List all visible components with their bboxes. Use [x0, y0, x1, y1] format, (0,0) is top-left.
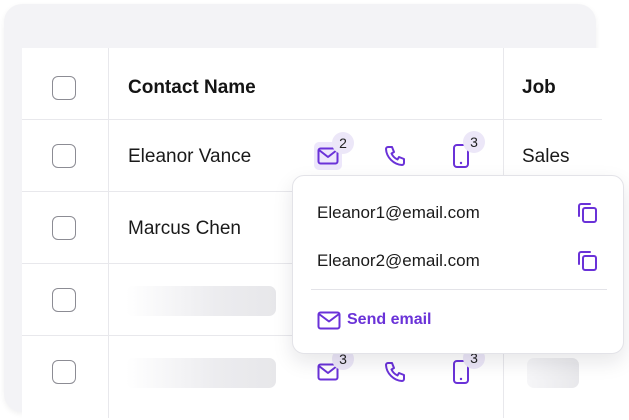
loading-placeholder	[527, 358, 579, 388]
call-button[interactable]	[381, 358, 409, 386]
contact-name: Eleanor Vance	[128, 146, 252, 167]
loading-placeholder	[126, 286, 276, 316]
row-checkbox[interactable]	[52, 216, 76, 240]
header-job[interactable]: Job	[522, 77, 556, 99]
email-count-badge: 2	[332, 132, 354, 154]
email-address[interactable]: Eleanor2@email.com	[317, 251, 480, 271]
mail-icon	[317, 311, 341, 329]
row-checkbox[interactable]	[52, 288, 76, 312]
row-checkbox[interactable]	[52, 360, 76, 384]
phone-icon	[385, 146, 405, 166]
loading-placeholder	[126, 358, 276, 388]
copy-icon[interactable]	[575, 201, 599, 225]
select-all-checkbox[interactable]	[52, 76, 76, 100]
copy-icon[interactable]	[575, 249, 599, 273]
row-checkbox[interactable]	[52, 144, 76, 168]
header-contact-name[interactable]: Contact Name	[128, 77, 256, 99]
phone-icon	[385, 362, 405, 382]
mobile-count-badge: 3	[463, 131, 485, 153]
send-email-button[interactable]: Send email	[317, 308, 431, 332]
contact-name: Marcus Chen	[128, 218, 241, 239]
call-button[interactable]	[381, 142, 409, 170]
job-title: Sales	[522, 146, 570, 167]
table-header-row: Contact Name Job	[22, 48, 602, 120]
email-popover: Eleanor1@email.com Eleanor2@email.com Se…	[292, 175, 624, 354]
popover-divider	[311, 289, 607, 290]
email-address[interactable]: Eleanor1@email.com	[317, 203, 480, 223]
send-email-label: Send email	[347, 311, 432, 328]
